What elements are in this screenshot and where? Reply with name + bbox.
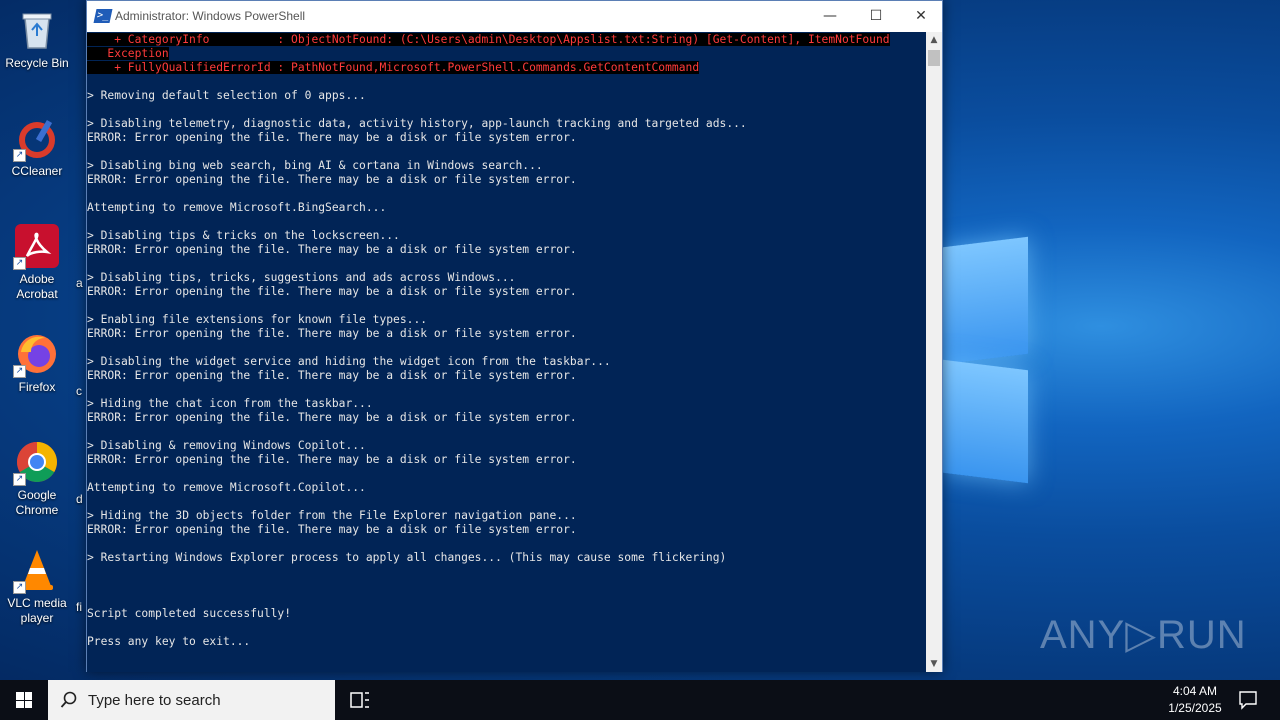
console-line: ERROR: Error opening the file. There may… (87, 411, 577, 424)
vertical-scrollbar[interactable]: ▲ ▼ (926, 32, 942, 672)
console-line: > Hiding the chat icon from the taskbar.… (87, 397, 373, 410)
scroll-up-arrow-icon[interactable]: ▲ (926, 32, 942, 48)
window-title: Administrator: Windows PowerShell (115, 9, 306, 23)
scrollbar-thumb[interactable] (928, 50, 940, 66)
console-error-line: + FullyQualifiedErrorId : PathNotFound,M… (87, 61, 700, 75)
error-text: + FullyQualifiedErrorId : PathNotFound,M… (87, 61, 700, 74)
start-button[interactable] (0, 680, 48, 720)
console-line: > Hiding the 3D objects folder from the … (87, 509, 577, 522)
taskbar-search-box[interactable]: Type here to search (48, 680, 335, 720)
console-line: > Disabling the widget service and hidin… (87, 355, 611, 368)
console-line: ERROR: Error opening the file. There may… (87, 285, 577, 298)
ccleaner-icon: ↗ (13, 116, 59, 162)
console-line: Script completed successfully! (87, 607, 292, 620)
desktop-icon-recycle-bin[interactable]: Recycle Bin (0, 8, 74, 71)
console-line: > Disabling bing web search, bing AI & c… (87, 159, 543, 172)
error-text: Exception (87, 47, 169, 60)
desktop-icon-vlc[interactable]: ↗ VLC media player (0, 548, 74, 626)
console-line: Attempting to remove Microsoft.BingSearc… (87, 201, 387, 214)
title-bar[interactable]: >_ Administrator: Windows PowerShell — ☐… (87, 1, 942, 32)
scroll-down-arrow-icon[interactable]: ▼ (926, 656, 942, 672)
console-line: ERROR: Error opening the file. There may… (87, 243, 577, 256)
desktop-icon-google-chrome[interactable]: ↗ Google Chrome (0, 440, 74, 518)
console-line: ERROR: Error opening the file. There may… (87, 523, 577, 536)
console-error-line: Exception (87, 47, 169, 61)
console-line: Attempting to remove Microsoft.Copilot..… (87, 481, 366, 494)
clock-time: 4:04 AM (1172, 684, 1218, 698)
console-line: ERROR: Error opening the file. There may… (87, 327, 577, 340)
console-line: > Removing default selection of 0 apps..… (87, 89, 366, 102)
desktop-icon-adobe-acrobat[interactable]: ↗ Adobe Acrobat (0, 224, 74, 302)
desktop-icon-label-partial: d (76, 492, 83, 506)
powershell-window[interactable]: >_ Administrator: Windows PowerShell — ☐… (86, 0, 943, 672)
acrobat-icon: ↗ (13, 224, 59, 270)
taskbar: Type here to search 4:04 AM 1/25/2025 (0, 680, 1280, 720)
desktop-icon-label-partial: c (76, 384, 82, 398)
chrome-icon: ↗ (13, 440, 59, 486)
console-line: > Enabling file extensions for known fil… (87, 313, 428, 326)
error-text: + CategoryInfo : ObjectNotFound: (C:\Use… (87, 33, 890, 46)
console-line: > Disabling & removing Windows Copilot..… (87, 439, 366, 452)
console-error-line: + CategoryInfo : ObjectNotFound: (C:\Use… (87, 33, 890, 47)
console-line: > Disabling tips & tricks on the lockscr… (87, 229, 400, 242)
console-line: > Disabling telemetry, diagnostic data, … (87, 117, 747, 130)
console-line: ERROR: Error opening the file. There may… (87, 369, 577, 382)
powershell-icon: >_ (93, 9, 113, 23)
taskbar-clock[interactable]: 4:04 AM 1/25/2025 (1160, 683, 1230, 717)
console-line: ERROR: Error opening the file. There may… (87, 131, 577, 144)
firefox-icon: ↗ (13, 332, 59, 378)
maximize-button[interactable]: ☐ (853, 1, 899, 32)
windows-logo-wallpaper (943, 220, 1033, 484)
vlc-icon: ↗ (13, 548, 59, 594)
anyrun-watermark: ANY▷RUN (1040, 613, 1247, 657)
desktop-icon-label-partial: a (76, 276, 83, 290)
console-line: ERROR: Error opening the file. There may… (87, 173, 577, 186)
console-line: Press any key to exit... (87, 635, 251, 648)
minimize-button[interactable]: — (807, 1, 853, 32)
recycle-bin-icon (15, 8, 59, 52)
console-output[interactable]: + CategoryInfo : ObjectNotFound: (C:\Use… (87, 32, 926, 672)
close-button[interactable]: ✕ (898, 1, 944, 32)
desktop-icon-firefox[interactable]: ↗ Firefox (0, 332, 74, 395)
windows-start-icon (16, 692, 32, 708)
console-line: > Disabling tips, tricks, suggestions an… (87, 271, 516, 284)
desktop-icons: Recycle Bin ↗ CCleaner ↗ Adobe Acrobat ↗… (0, 0, 83, 680)
search-placeholder: Type here to search (88, 692, 221, 709)
task-view-icon[interactable] (350, 691, 370, 709)
action-center-icon[interactable] (1238, 690, 1258, 710)
console-line: ERROR: Error opening the file. There may… (87, 453, 577, 466)
desktop-icon-ccleaner[interactable]: ↗ CCleaner (0, 116, 74, 179)
search-icon (60, 691, 77, 708)
console-line: > Restarting Windows Explorer process to… (87, 551, 727, 564)
clock-date: 1/25/2025 (1168, 701, 1222, 715)
desktop-icon-label-partial: fi (76, 600, 82, 614)
